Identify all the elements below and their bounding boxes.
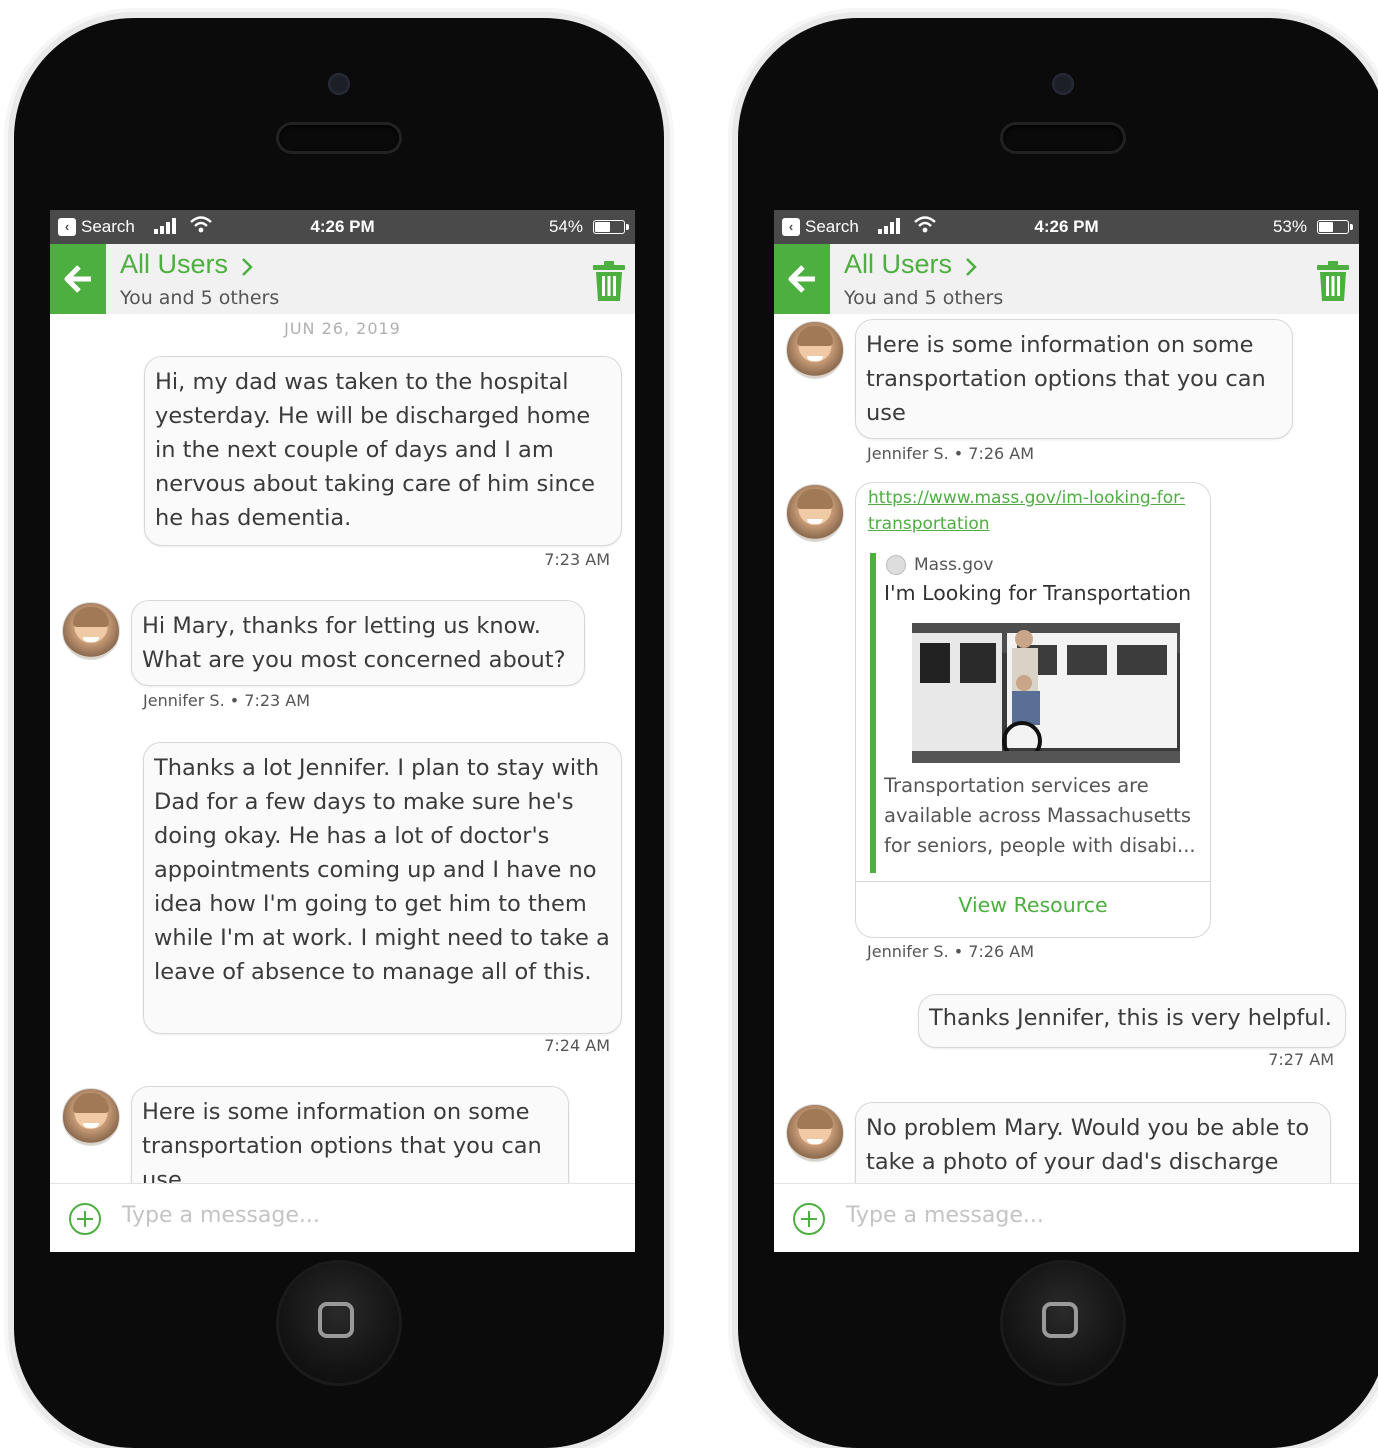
message-bubble-incoming[interactable]: No problem Mary. Would you be able to ta…: [855, 1102, 1331, 1184]
message-list[interactable]: JUN 26, 2019 Hi, my dad was taken to the…: [50, 314, 635, 1184]
speaker: [279, 125, 399, 151]
preview-image[interactable]: [912, 623, 1180, 763]
avatar[interactable]: [786, 1104, 844, 1162]
message-composer: Type a message...: [774, 1183, 1359, 1252]
home-square-icon: [1042, 1302, 1078, 1338]
conversation-title[interactable]: All Users: [844, 249, 952, 280]
arrow-left-icon: [788, 265, 815, 293]
screen-left: ‹ Search 4:26 PM 54% All Users You and 5…: [50, 210, 635, 1252]
phone-frame-right: ‹ Search 4:26 PM 53% All Users You and 5…: [738, 18, 1378, 1448]
message-meta: 7:23 AM: [544, 550, 610, 569]
speaker: [1003, 125, 1123, 151]
message-bubble-outgoing[interactable]: Thanks Jennifer, this is very helpful.: [918, 994, 1346, 1048]
message-input[interactable]: Type a message...: [846, 1203, 1044, 1228]
back-button[interactable]: [50, 244, 106, 314]
avatar[interactable]: [62, 1088, 120, 1146]
link-preview-card[interactable]: https://www.mass.gov/im-looking-for-tran…: [855, 482, 1211, 938]
message-bubble-incoming[interactable]: Hi Mary, thanks for letting us know. Wha…: [131, 600, 585, 686]
battery-icon: [593, 220, 629, 234]
bus-photo: [912, 623, 1180, 763]
phone-frame-left: ‹ Search 4:26 PM 54% All Users You and 5…: [14, 18, 664, 1448]
status-bar: ‹ Search 4:26 PM 53%: [774, 210, 1359, 244]
conversation-title[interactable]: All Users: [120, 249, 228, 280]
home-button[interactable]: [1003, 1263, 1123, 1383]
back-button[interactable]: [774, 244, 830, 314]
trash-icon[interactable]: [591, 260, 627, 302]
trash-icon[interactable]: [1315, 260, 1351, 302]
preview-title[interactable]: I'm Looking for Transportation: [884, 581, 1191, 605]
conversation-header: All Users You and 5 others: [50, 244, 635, 314]
message-bubble-outgoing[interactable]: Hi, my dad was taken to the hospital yes…: [144, 356, 622, 546]
battery-percent: 54%: [548, 217, 583, 236]
message-meta: 7:27 AM: [1268, 1050, 1334, 1069]
message-bubble-incoming[interactable]: Here is some information on some transpo…: [855, 319, 1293, 439]
arrow-left-icon: [64, 265, 91, 293]
status-time: 4:26 PM: [1034, 217, 1099, 236]
home-square-icon: [318, 1302, 354, 1338]
message-meta: 7:24 AM: [544, 1036, 610, 1055]
camera: [1052, 73, 1074, 95]
preview-accent-bar: [870, 553, 876, 873]
message-composer: Type a message...: [50, 1183, 635, 1252]
avatar[interactable]: [786, 321, 844, 379]
chevron-right-icon[interactable]: [964, 256, 978, 278]
preview-description: Transportation services are available ac…: [884, 774, 1196, 857]
preview-site: Mass.gov: [914, 555, 994, 575]
battery-percent: 53%: [1272, 217, 1307, 236]
message-meta: Jennifer S. • 7:26 AM: [867, 444, 1035, 463]
avatar[interactable]: [786, 484, 844, 542]
plus-circle-icon[interactable]: [68, 1202, 102, 1236]
message-input[interactable]: Type a message...: [122, 1203, 320, 1228]
link-url[interactable]: https://www.mass.gov/im-looking-for-tran…: [868, 485, 1200, 537]
camera: [328, 73, 350, 95]
view-resource-button[interactable]: View Resource: [856, 893, 1210, 917]
battery-icon: [1317, 220, 1353, 234]
battery-level: [1319, 222, 1333, 232]
conversation-subtitle: You and 5 others: [844, 287, 1004, 309]
battery-level: [595, 222, 610, 232]
message-bubble-incoming[interactable]: Here is some information on some transpo…: [131, 1086, 569, 1184]
message-list[interactable]: Here is some information on some transpo…: [774, 314, 1359, 1184]
plus-circle-icon[interactable]: [792, 1202, 826, 1236]
message-meta: Jennifer S. • 7:23 AM: [143, 691, 311, 710]
message-meta: Jennifer S. • 7:26 AM: [867, 942, 1035, 961]
screen-right: ‹ Search 4:26 PM 53% All Users You and 5…: [774, 210, 1359, 1252]
message-bubble-outgoing[interactable]: Thanks a lot Jennifer. I plan to stay wi…: [143, 742, 622, 1034]
chevron-right-icon[interactable]: [240, 256, 254, 278]
site-favicon-icon: [886, 555, 906, 575]
conversation-header: All Users You and 5 others: [774, 244, 1359, 314]
conversation-subtitle: You and 5 others: [120, 287, 280, 309]
divider: [856, 881, 1210, 882]
status-time: 4:26 PM: [310, 217, 375, 236]
date-separator: JUN 26, 2019: [284, 319, 401, 338]
status-bar: ‹ Search 4:26 PM 54%: [50, 210, 635, 244]
home-button[interactable]: [279, 1263, 399, 1383]
avatar[interactable]: [62, 602, 120, 660]
